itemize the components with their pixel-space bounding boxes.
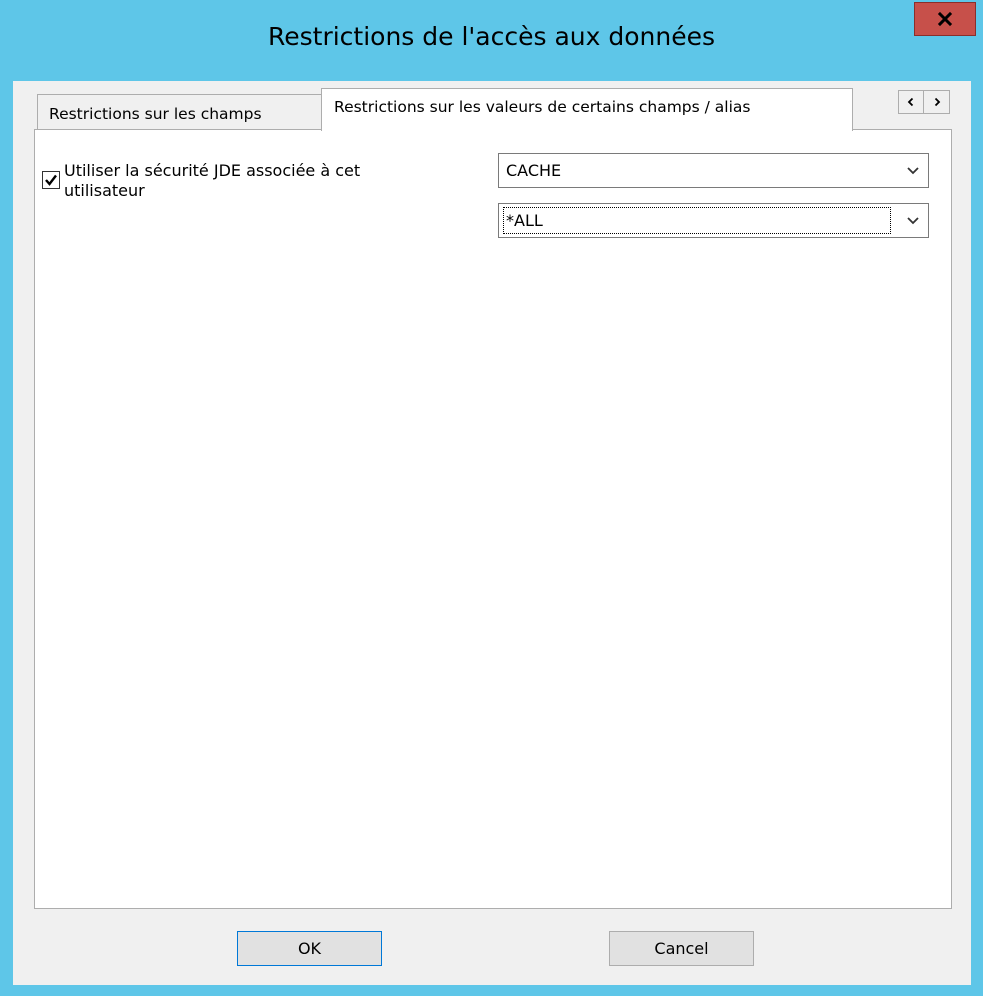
tab-label: Restrictions sur les valeurs de certains…	[334, 98, 751, 116]
tab-scroll-arrows	[898, 90, 950, 114]
select-value: CACHE	[506, 161, 562, 180]
ok-button[interactable]: OK	[237, 931, 382, 966]
checkbox-label: Utiliser la sécurité JDE associée à cet …	[64, 161, 361, 200]
chevron-down-icon[interactable]	[904, 162, 922, 180]
close-button[interactable]	[914, 2, 976, 36]
select-value: *ALL	[506, 211, 543, 230]
use-jde-security-checkbox[interactable]: Utiliser la sécurité JDE associée à cet …	[42, 161, 462, 207]
security-source-select[interactable]: CACHE	[498, 153, 929, 188]
dialog-window: Restrictions de l'accès aux données Rest…	[0, 0, 983, 996]
tab-scroll-right-button[interactable]	[924, 90, 950, 114]
title-bar[interactable]: Restrictions de l'accès aux données	[0, 0, 983, 80]
close-icon	[937, 11, 953, 27]
tab-panel	[34, 129, 952, 909]
tab-scroll-left-button[interactable]	[898, 90, 924, 114]
tab-value-restrictions[interactable]: Restrictions sur les valeurs de certains…	[321, 88, 853, 131]
chevron-down-icon[interactable]	[904, 212, 922, 230]
cancel-button[interactable]: Cancel	[609, 931, 754, 966]
window-title: Restrictions de l'accès aux données	[267, 22, 715, 51]
focus-rectangle	[503, 207, 891, 234]
security-scope-select[interactable]: *ALL	[498, 203, 929, 238]
checkbox-box[interactable]	[42, 171, 60, 189]
dialog-client-area: Restrictions sur les champs Restrictions…	[13, 81, 971, 985]
checkmark-icon	[45, 174, 57, 186]
chevron-left-icon	[907, 97, 914, 107]
chevron-right-icon	[934, 97, 940, 107]
tab-field-restrictions[interactable]: Restrictions sur les champs	[37, 94, 323, 129]
tab-label: Restrictions sur les champs	[49, 105, 262, 123]
